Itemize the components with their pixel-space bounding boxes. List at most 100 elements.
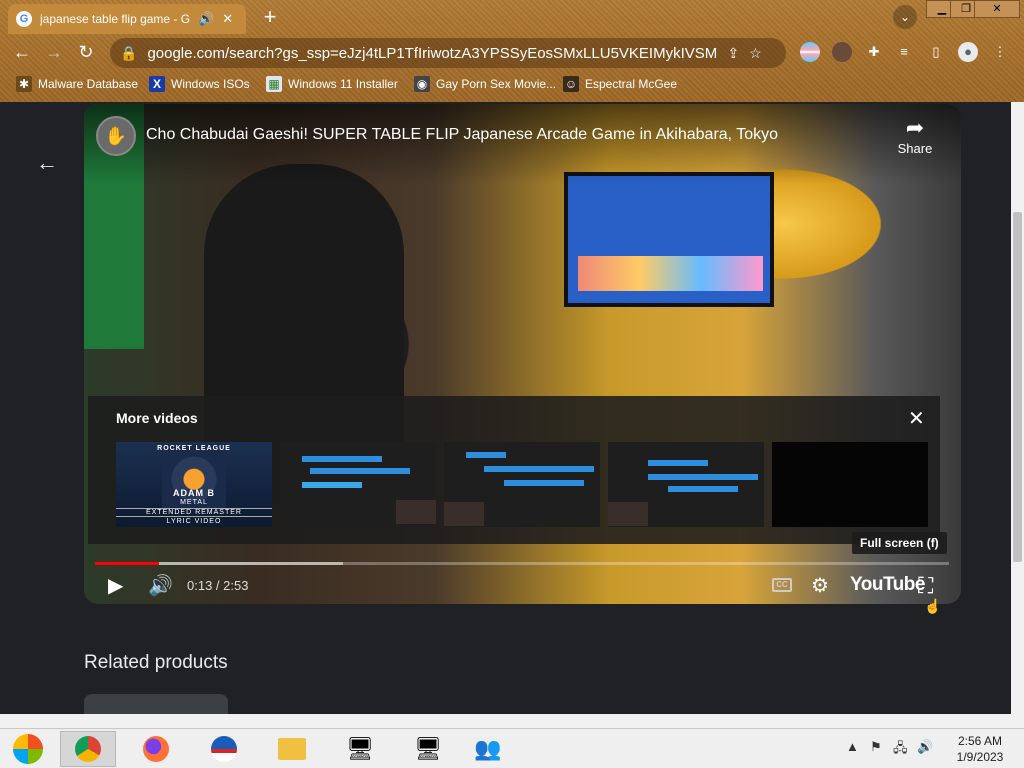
windows-start-icon (13, 734, 43, 764)
url-text[interactable]: google.com/search?gs_ssp=eJzj4tLP1TfIriw… (147, 45, 717, 62)
thumbnail-text: EXTENDED REMASTER (116, 508, 272, 517)
video-thumbnail-rocket-league[interactable]: ROCKET LEAGUE ADAM B METAL EXTENDED REMA… (116, 442, 272, 527)
video-thumbnail-black[interactable] (772, 442, 928, 527)
daw-track (648, 460, 708, 466)
account-avatar-icon[interactable]: ● (958, 42, 978, 62)
share-label: Share (897, 141, 933, 156)
bookmark-label: Espectral McGee (585, 77, 678, 91)
system-clock[interactable]: 2:56 AM 1/9/2023 (950, 733, 1010, 765)
taskbar-installer-2[interactable]: 🖥 (400, 731, 456, 767)
network-users-icon: 👥 (474, 736, 502, 761)
tab-title: japanese table flip game - Go (40, 12, 190, 26)
youtube-logo[interactable]: YouTube (850, 574, 925, 596)
bookmark-label: Gay Porn Sex Movie... (436, 77, 557, 91)
bookmark-label: Windows 11 Installer (288, 77, 398, 91)
bookmark-windows-11-installer[interactable]: ▦ Windows 11 Installer (266, 74, 398, 94)
browser-chrome: G japanese table flip game - Go 🔊 ✕ + ⌄ … (0, 0, 1024, 102)
lock-icon[interactable]: 🔒 (120, 45, 137, 62)
fullscreen-tooltip: Full screen (f) (852, 532, 947, 554)
back-arrow-icon[interactable]: ← (36, 150, 58, 176)
bookmark-star-icon[interactable]: ☆ (749, 45, 762, 62)
thumbnail-text: ADAM B (173, 488, 215, 498)
x-icon: X (149, 76, 165, 92)
firefox-icon (143, 736, 169, 762)
volume-tray-icon[interactable]: 🔊 (917, 739, 933, 755)
daw-track (484, 466, 594, 472)
taskbar-obama-app[interactable] (196, 731, 252, 767)
horizontal-scrollbar[interactable] (0, 714, 1024, 728)
webcam-overlay (608, 502, 648, 526)
tray-expand-icon[interactable]: ▲ (846, 739, 859, 754)
installer-icon: 🖥 (346, 736, 374, 761)
video-thumbnail-daw-3[interactable] (608, 442, 764, 527)
media-control-icon[interactable]: ≡ (894, 42, 914, 62)
webcam-overlay (396, 500, 436, 524)
settings-gear-icon[interactable]: ⚙ (811, 574, 829, 598)
face-icon: ☺ (563, 76, 579, 92)
new-tab-button[interactable]: + (258, 6, 282, 28)
share-arrow-icon: ➦ (905, 115, 925, 140)
video-thumbnail-daw-1[interactable] (280, 442, 436, 527)
close-icon[interactable]: ✕ (908, 406, 925, 431)
menu-kebab-icon[interactable]: ⋮ (990, 42, 1010, 62)
taskbar-firefox[interactable] (128, 731, 184, 767)
side-panel-icon[interactable]: ▯ (926, 42, 946, 62)
browser-tab[interactable]: G japanese table flip game - Go 🔊 ✕ (8, 4, 246, 34)
network-icon[interactable]: 🖧 (893, 739, 908, 761)
back-icon[interactable]: ← (10, 40, 34, 64)
address-bar[interactable]: 🔒 google.com/search?gs_ssp=eJzj4tLP1TfIr… (110, 38, 786, 68)
video-player[interactable]: ✋ Cho Chabudai Gaeshi! SUPER TABLE FLIP … (84, 104, 961, 604)
close-tab-icon[interactable]: ✕ (222, 11, 233, 27)
related-product-card[interactable] (84, 694, 228, 714)
video-thumbnail-daw-2[interactable] (444, 442, 600, 527)
clock-time: 2:56 AM (957, 734, 1003, 748)
clock-date: 1/9/2023 (956, 750, 1004, 764)
bookmark-espectral-mcgee[interactable]: ☺ Espectral McGee (563, 74, 677, 94)
share-page-icon[interactable]: ⇪ (727, 45, 739, 62)
daw-track (648, 474, 758, 480)
volume-icon[interactable]: 🔊 (148, 574, 173, 598)
related-products-heading: Related products (84, 652, 228, 673)
video-scene-arcade-screen (564, 172, 774, 307)
video-title-bar (84, 104, 961, 184)
play-icon[interactable]: ▶ (108, 574, 123, 598)
windows-taskbar: 🖥 🖥 👥 ▲ ⚑ 🖧 🔊 2:56 AM 1/9/2023 (0, 728, 1024, 768)
speaker-icon[interactable]: 🔊 (198, 11, 214, 27)
taskbar-installer-1[interactable]: 🖥 (332, 731, 388, 767)
taskbar-chrome[interactable] (60, 731, 116, 767)
daw-track (504, 480, 584, 486)
time-display: 0:13 / 2:53 (187, 578, 249, 593)
more-videos-panel: More videos ✕ ROCKET LEAGUE ADAM B METAL… (88, 396, 940, 544)
bookmark-label: Windows ISOs (171, 77, 250, 91)
bookmark-malware-database[interactable]: ✱ Malware Database (16, 74, 138, 94)
flag-extension-icon[interactable] (800, 42, 820, 62)
daw-track (466, 452, 506, 458)
bookmark-windows-isos[interactable]: X Windows ISOs (149, 74, 250, 94)
scrollbar-thumb[interactable] (1013, 212, 1022, 562)
campaign-logo-icon (211, 736, 237, 762)
bookmarks-bar: ✱ Malware Database X Windows ISOs ▦ Wind… (0, 74, 1024, 96)
search-results-page: ← ✋ Cho Chabudai Gaeshi! SUPER TABLE FLI… (0, 102, 1011, 714)
video-title[interactable]: Cho Chabudai Gaeshi! SUPER TABLE FLIP Ja… (146, 126, 778, 144)
taskbar-file-explorer[interactable] (264, 731, 320, 767)
profile-extension-icon[interactable] (832, 42, 852, 62)
reload-icon[interactable]: ↻ (74, 40, 98, 64)
installer-icon: 🖥 (414, 736, 442, 761)
action-center-flag-icon[interactable]: ⚑ (870, 739, 882, 755)
bookmark-movie-site[interactable]: ◉ Gay Porn Sex Movie... (414, 74, 556, 94)
more-videos-title: More videos (116, 410, 198, 426)
thumbnail-text: METAL (180, 499, 208, 506)
tab-search-chevron-icon[interactable]: ⌄ (893, 5, 917, 29)
share-button[interactable]: ➦ Share (890, 116, 940, 158)
puzzle-extensions-icon[interactable]: ✚ (864, 42, 884, 62)
progress-bar[interactable] (95, 562, 949, 565)
close-window-button[interactable]: ✕ (974, 0, 1020, 18)
vertical-scrollbar[interactable] (1011, 102, 1024, 714)
channel-avatar[interactable]: ✋ (96, 116, 136, 156)
folder-icon (278, 738, 306, 760)
fullscreen-icon[interactable]: ⛶ (918, 574, 933, 598)
taskbar-network-app[interactable]: 👥 (460, 731, 516, 767)
forward-icon[interactable]: → (42, 40, 66, 64)
start-button[interactable] (0, 731, 56, 767)
captions-icon[interactable]: CC (772, 578, 792, 592)
